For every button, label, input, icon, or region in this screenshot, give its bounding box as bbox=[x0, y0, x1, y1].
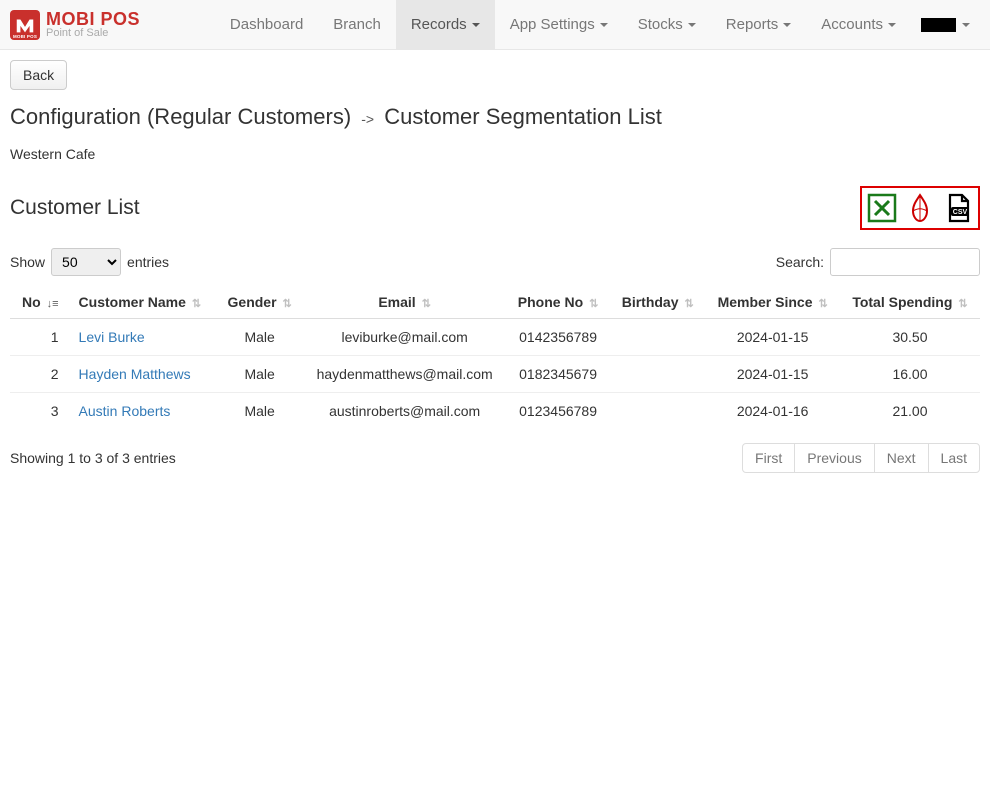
cell-birthday bbox=[610, 356, 705, 393]
cell-no: 3 bbox=[10, 393, 69, 430]
show-entries: Show 50 entries bbox=[10, 248, 169, 276]
chevron-down-icon bbox=[600, 23, 608, 27]
chevron-down-icon bbox=[783, 23, 791, 27]
customer-link[interactable]: Austin Roberts bbox=[79, 403, 171, 419]
sort-asc-icon: ↓≡ bbox=[47, 298, 59, 310]
breadcrumb-current: Customer Segmentation List bbox=[384, 104, 662, 129]
search-box: Search: bbox=[776, 248, 980, 276]
store-name: Western Cafe bbox=[10, 146, 980, 162]
cell-customer-name: Levi Burke bbox=[69, 319, 217, 356]
page-last[interactable]: Last bbox=[928, 443, 980, 473]
page-first[interactable]: First bbox=[742, 443, 795, 473]
nav-branch[interactable]: Branch bbox=[318, 0, 396, 49]
export-block: CSV bbox=[860, 186, 980, 230]
breadcrumb-arrow-icon: -> bbox=[361, 111, 374, 127]
cell-member-since: 2024-01-15 bbox=[705, 356, 840, 393]
cell-total-spending: 21.00 bbox=[840, 393, 980, 430]
cell-no: 2 bbox=[10, 356, 69, 393]
cell-email: leviburke@mail.com bbox=[303, 319, 506, 356]
table-row: 1 Levi Burke Maleleviburke@mail.com0142356… bbox=[10, 319, 980, 356]
table-row: 2 Hayden Matthews Malehaydenmatthews@mail.… bbox=[10, 356, 980, 393]
cell-total-spending: 30.50 bbox=[840, 319, 980, 356]
chevron-down-icon bbox=[962, 23, 970, 27]
col-gender[interactable]: Gender⇅ bbox=[216, 286, 303, 319]
chevron-down-icon bbox=[888, 23, 896, 27]
table-row: 3 Austin Roberts Maleaustinroberts@mail.co… bbox=[10, 393, 980, 430]
search-label: Search: bbox=[776, 254, 824, 270]
export-pdf-button[interactable] bbox=[903, 191, 937, 225]
sort-icon: ⇅ bbox=[283, 298, 292, 310]
brand[interactable]: MOBI POS MOBI POS Point of Sale bbox=[10, 10, 140, 40]
cell-gender: Male bbox=[216, 356, 303, 393]
page-next[interactable]: Next bbox=[874, 443, 929, 473]
brand-line2: Point of Sale bbox=[46, 28, 140, 39]
customer-link[interactable]: Levi Burke bbox=[79, 329, 145, 345]
brand-text: MOBI POS Point of Sale bbox=[46, 10, 140, 39]
svg-text:CSV: CSV bbox=[953, 209, 968, 216]
user-name-redacted bbox=[921, 18, 956, 32]
cell-gender: Male bbox=[216, 319, 303, 356]
nav-accounts[interactable]: Accounts bbox=[806, 0, 911, 49]
col-email[interactable]: Email⇅ bbox=[303, 286, 506, 319]
sort-icon: ⇅ bbox=[192, 298, 201, 310]
customer-table: No↓≡ Customer Name⇅ Gender⇅ Email⇅ Phone… bbox=[10, 286, 980, 429]
nav-items: Dashboard Branch Records App Settings St… bbox=[215, 0, 980, 49]
cell-birthday bbox=[610, 319, 705, 356]
col-customer-name[interactable]: Customer Name⇅ bbox=[69, 286, 217, 319]
entries-label: entries bbox=[127, 254, 169, 270]
brand-logo-icon: MOBI POS bbox=[10, 10, 40, 40]
nav-user-menu[interactable] bbox=[911, 0, 980, 49]
entries-select[interactable]: 50 bbox=[51, 248, 121, 276]
col-no[interactable]: No↓≡ bbox=[10, 286, 69, 319]
show-label: Show bbox=[10, 254, 45, 270]
cell-phone: 0142356789 bbox=[506, 319, 610, 356]
cell-customer-name: Hayden Matthews bbox=[69, 356, 217, 393]
cell-total-spending: 16.00 bbox=[840, 356, 980, 393]
back-button[interactable]: Back bbox=[10, 60, 67, 90]
sort-icon: ⇅ bbox=[685, 298, 694, 310]
cell-birthday bbox=[610, 393, 705, 430]
nav-reports[interactable]: Reports bbox=[711, 0, 807, 49]
cell-phone: 0123456789 bbox=[506, 393, 610, 430]
breadcrumb: Configuration (Regular Customers) -> Cus… bbox=[10, 104, 980, 130]
nav-records[interactable]: Records bbox=[396, 0, 495, 49]
cell-member-since: 2024-01-15 bbox=[705, 319, 840, 356]
search-input[interactable] bbox=[830, 248, 980, 276]
table-info: Showing 1 to 3 of 3 entries bbox=[10, 450, 176, 466]
page-previous[interactable]: Previous bbox=[794, 443, 874, 473]
cell-email: austinroberts@mail.com bbox=[303, 393, 506, 430]
col-total-spending[interactable]: Total Spending⇅ bbox=[840, 286, 980, 319]
export-excel-button[interactable] bbox=[865, 191, 899, 225]
col-birthday[interactable]: Birthday⇅ bbox=[610, 286, 705, 319]
sort-icon: ⇅ bbox=[422, 298, 431, 310]
chevron-down-icon bbox=[472, 23, 480, 27]
brand-line1: MOBI POS bbox=[46, 10, 140, 28]
customer-link[interactable]: Hayden Matthews bbox=[79, 366, 191, 382]
nav-app-settings[interactable]: App Settings bbox=[495, 0, 623, 49]
cell-member-since: 2024-01-16 bbox=[705, 393, 840, 430]
pagination: First Previous Next Last bbox=[743, 443, 980, 473]
cell-phone: 0182345679 bbox=[506, 356, 610, 393]
nav-stocks[interactable]: Stocks bbox=[623, 0, 711, 49]
sort-icon: ⇅ bbox=[958, 298, 967, 310]
col-member-since[interactable]: Member Since⇅ bbox=[705, 286, 840, 319]
chevron-down-icon bbox=[688, 23, 696, 27]
sort-icon: ⇅ bbox=[819, 298, 828, 310]
cell-customer-name: Austin Roberts bbox=[69, 393, 217, 430]
navbar: MOBI POS MOBI POS Point of Sale Dashboar… bbox=[0, 0, 990, 50]
list-title: Customer List bbox=[10, 196, 140, 220]
cell-gender: Male bbox=[216, 393, 303, 430]
breadcrumb-parent: Configuration (Regular Customers) bbox=[10, 104, 351, 129]
cell-email: haydenmatthews@mail.com bbox=[303, 356, 506, 393]
cell-no: 1 bbox=[10, 319, 69, 356]
sort-icon: ⇅ bbox=[589, 298, 598, 310]
nav-dashboard[interactable]: Dashboard bbox=[215, 0, 318, 49]
export-csv-button[interactable]: CSV bbox=[941, 191, 975, 225]
col-phone-no[interactable]: Phone No⇅ bbox=[506, 286, 610, 319]
